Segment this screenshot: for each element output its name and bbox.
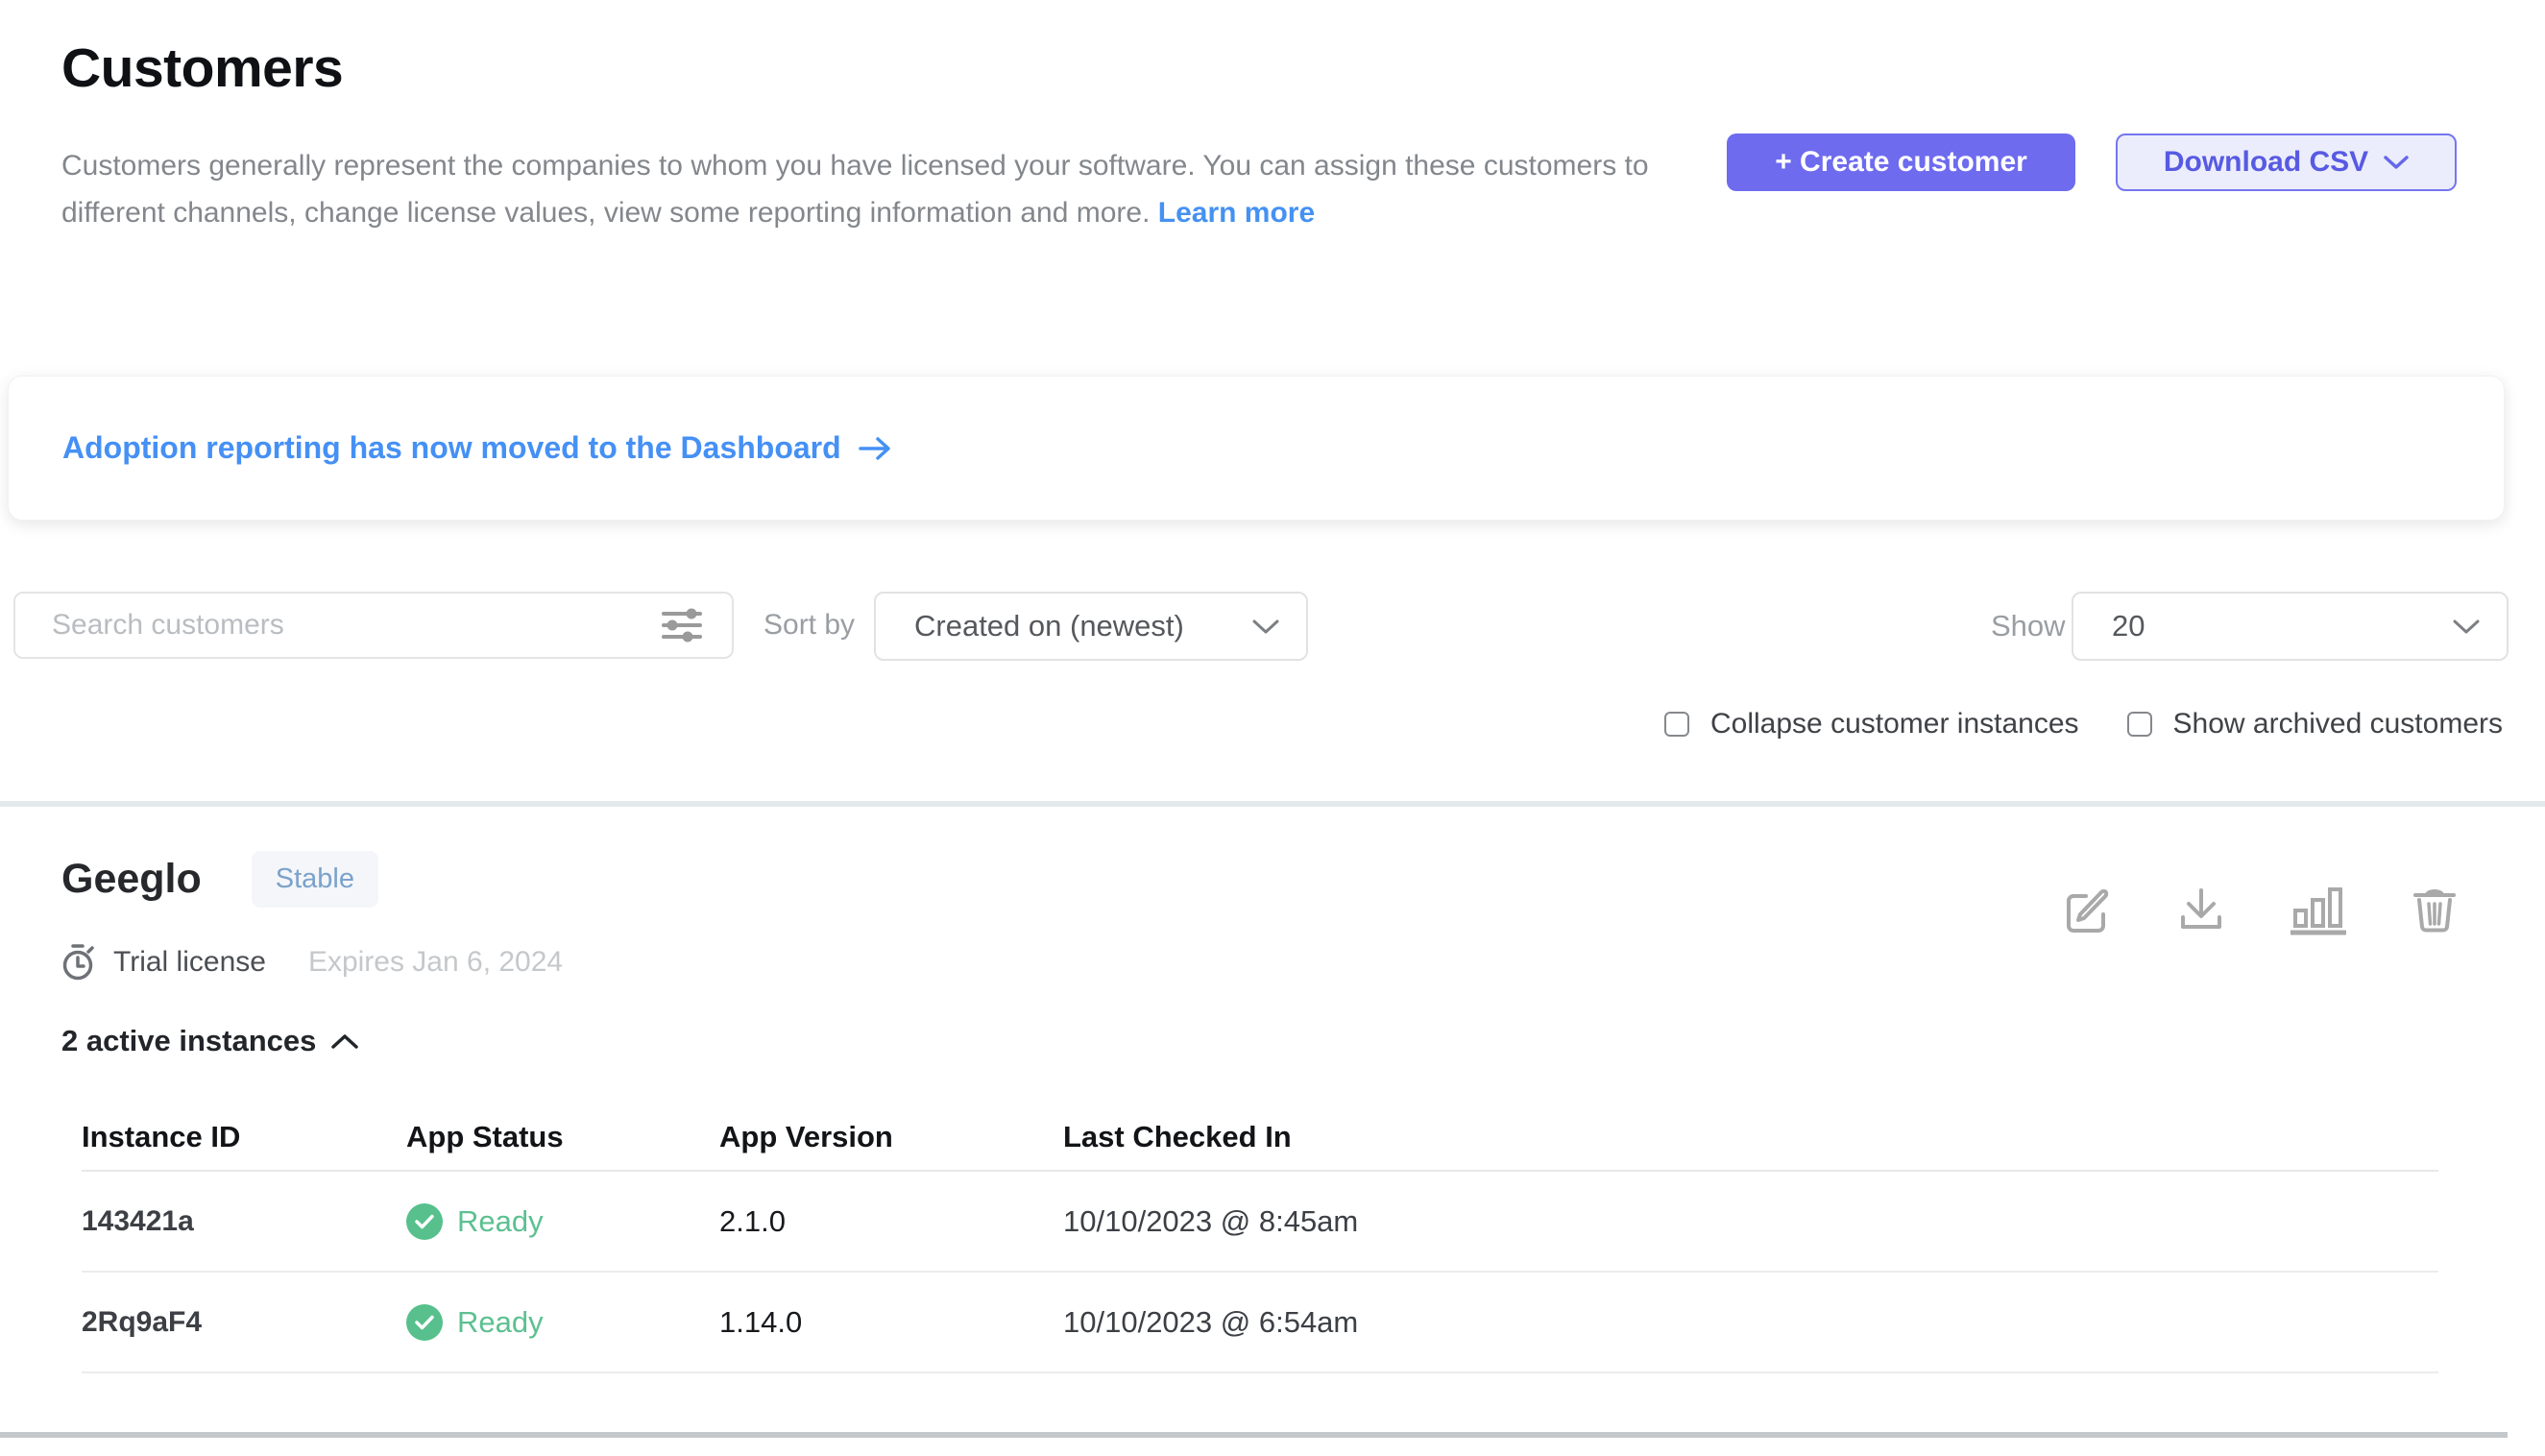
bottom-divider bbox=[0, 1432, 2508, 1438]
instance-id: 2Rq9aF4 bbox=[82, 1306, 406, 1339]
chevron-down-icon bbox=[1252, 619, 1279, 635]
last-checked-in: 10/10/2023 @ 6:54am bbox=[1063, 1305, 2438, 1340]
col-header-instance-id: Instance ID bbox=[82, 1120, 406, 1154]
chevron-down-icon bbox=[2453, 619, 2480, 635]
show-archived-checkbox[interactable] bbox=[2127, 712, 2152, 737]
show-archived-label: Show archived customers bbox=[2173, 708, 2503, 740]
instance-table: Instance ID App Status App Version Last … bbox=[82, 1104, 2438, 1373]
sort-select-value: Created on (newest) bbox=[876, 609, 1184, 643]
status-text: Ready bbox=[457, 1305, 544, 1340]
collapse-instances-label: Collapse customer instances bbox=[1710, 708, 2079, 740]
instance-table-header: Instance ID App Status App Version Last … bbox=[82, 1104, 2438, 1172]
col-header-app-status: App Status bbox=[406, 1120, 719, 1154]
page-description-text: Customers generally represent the compan… bbox=[61, 150, 1649, 229]
app-version: 1.14.0 bbox=[719, 1305, 1063, 1340]
timer-icon bbox=[61, 943, 96, 982]
adoption-reporting-link[interactable]: Adoption reporting has now moved to the … bbox=[62, 430, 893, 466]
page-title: Customers bbox=[61, 36, 343, 100]
license-expiry: Expires Jan 6, 2024 bbox=[308, 946, 563, 979]
arrow-right-icon bbox=[859, 435, 893, 462]
license-type: Trial license bbox=[113, 946, 266, 979]
create-customer-button[interactable]: + Create customer bbox=[1727, 133, 2075, 191]
filter-sliders-icon[interactable] bbox=[661, 607, 703, 643]
edit-icon[interactable] bbox=[2065, 886, 2113, 935]
chevron-up-icon bbox=[331, 1033, 358, 1050]
collapse-instances-checkbox[interactable] bbox=[1664, 712, 1689, 737]
license-info-row: Trial license Expires Jan 6, 2024 bbox=[61, 943, 563, 982]
col-header-app-version: App Version bbox=[719, 1120, 1063, 1154]
last-checked-in: 10/10/2023 @ 8:45am bbox=[1063, 1204, 2438, 1239]
download-csv-button[interactable]: Download CSV bbox=[2116, 133, 2457, 191]
show-count-select[interactable]: 20 bbox=[2072, 592, 2509, 661]
download-icon[interactable] bbox=[2177, 886, 2225, 935]
status-check-icon bbox=[406, 1304, 443, 1341]
page-description: Customers generally represent the compan… bbox=[61, 142, 1660, 236]
adoption-reporting-banner: Adoption reporting has now moved to the … bbox=[8, 376, 2505, 521]
adoption-reporting-text: Adoption reporting has now moved to the … bbox=[62, 430, 841, 466]
sort-select[interactable]: Created on (newest) bbox=[874, 592, 1308, 661]
show-count-value: 20 bbox=[2073, 609, 2145, 643]
show-label: Show bbox=[1991, 592, 2066, 661]
search-input[interactable] bbox=[15, 609, 661, 642]
col-header-last-checked-in: Last Checked In bbox=[1063, 1120, 2438, 1154]
active-instances-label: 2 active instances bbox=[61, 1024, 316, 1058]
sort-by-label: Sort by bbox=[764, 592, 855, 659]
chevron-down-icon bbox=[2384, 155, 2409, 170]
table-row: 143421a Ready 2.1.0 10/10/2023 @ 8:45am bbox=[82, 1172, 2438, 1273]
table-row: 2Rq9aF4 Ready 1.14.0 10/10/2023 @ 6:54am bbox=[82, 1273, 2438, 1373]
instance-id: 143421a bbox=[82, 1205, 406, 1238]
collapse-instances-option[interactable]: Collapse customer instances bbox=[1664, 708, 2079, 740]
app-version: 2.1.0 bbox=[719, 1204, 1063, 1239]
status-text: Ready bbox=[457, 1204, 544, 1239]
active-instances-toggle[interactable]: 2 active instances bbox=[61, 1024, 358, 1058]
customer-header: Geeglo Stable bbox=[61, 851, 378, 908]
section-divider bbox=[0, 801, 2545, 807]
customer-name[interactable]: Geeglo bbox=[61, 856, 202, 903]
app-status: Ready bbox=[406, 1203, 719, 1240]
app-status: Ready bbox=[406, 1304, 719, 1341]
learn-more-link[interactable]: Learn more bbox=[1158, 197, 1315, 229]
download-csv-label: Download CSV bbox=[2164, 146, 2368, 179]
customer-actions bbox=[2065, 886, 2459, 935]
table-options-row: Collapse customer instances Show archive… bbox=[1664, 708, 2503, 740]
show-archived-option[interactable]: Show archived customers bbox=[2127, 708, 2503, 740]
bar-chart-icon[interactable] bbox=[2290, 886, 2346, 935]
status-check-icon bbox=[406, 1203, 443, 1240]
trash-icon[interactable] bbox=[2411, 886, 2459, 935]
search-customers-box bbox=[13, 592, 734, 659]
channel-badge: Stable bbox=[252, 851, 378, 908]
